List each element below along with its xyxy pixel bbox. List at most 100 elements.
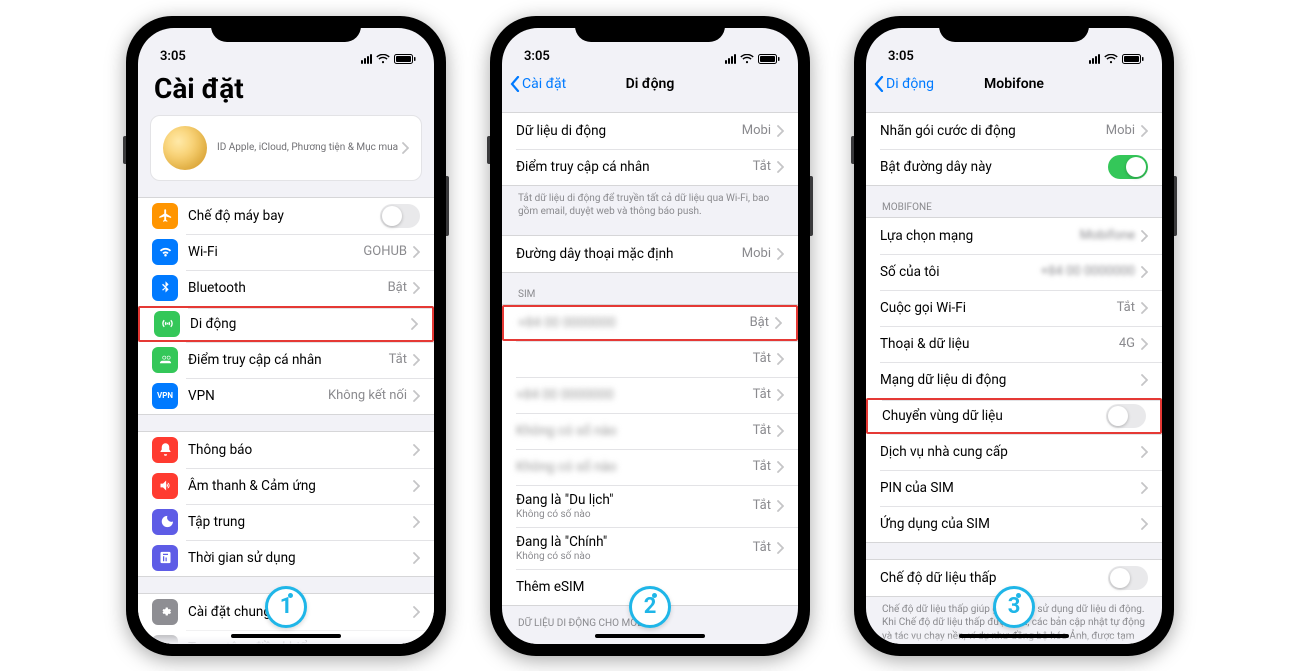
row-value: Mobi (742, 123, 771, 138)
home-indicator[interactable] (595, 634, 705, 638)
row-label: Bật đường dây này (880, 159, 1108, 175)
chevron-right-icon (777, 461, 784, 473)
content[interactable]: Nhãn gói cước di động Mobi Bật đường dây… (866, 102, 1162, 644)
wifi-settings-icon (152, 239, 178, 265)
row-value: Tắt (389, 352, 407, 367)
row-wifi-calling[interactable]: Cuộc gọi Wi-Fi Tắt (866, 290, 1162, 326)
row-personal-hotspot[interactable]: Điểm truy cập cá nhân Tắt (502, 149, 798, 185)
chevron-right-icon (1141, 266, 1148, 278)
row-sim-3[interactable]: +84 00 0000000 Tắt (502, 377, 798, 413)
step-badge-2: 2 (629, 586, 671, 628)
settings-row-bluetooth[interactable]: Bluetooth Bật (138, 270, 434, 306)
row-label: Thông báo (188, 442, 413, 458)
row-turn-on-line[interactable]: Bật đường dây này (866, 149, 1162, 185)
row-network-selection[interactable]: Lựa chọn mạng Mobifone (866, 218, 1162, 254)
row-value: GOHUB (363, 244, 407, 259)
settings-row-focus[interactable]: Tập trung (138, 504, 434, 540)
back-label: Cài đặt (522, 76, 566, 92)
turn-on-line-toggle[interactable] (1108, 155, 1148, 179)
settings-row-notifications[interactable]: Thông báo (138, 432, 434, 468)
row-plan-primary[interactable]: Đang là "Chính" Không có số nào Tắt (502, 527, 798, 569)
chevron-right-icon (777, 500, 784, 512)
screen: 3:05 Cài đặt ID Apple, iCloud, Phương ti… (138, 28, 434, 644)
row-label: Chuyển vùng dữ liệu (882, 408, 1106, 424)
row-plan-travel[interactable]: Đang là "Du lịch" Không có số nào Tắt (502, 485, 798, 527)
signal-icon (724, 54, 736, 64)
chevron-right-icon (413, 552, 420, 564)
home-indicator[interactable] (231, 634, 341, 638)
row-label: Trung tâm điều khiển (188, 640, 420, 644)
chevron-right-icon (777, 542, 784, 554)
row-value: Bật (750, 315, 769, 330)
row-label: Không có số nào (516, 423, 753, 439)
row-label: +84 00 0000000 (518, 315, 750, 331)
row-default-voice-line[interactable]: Đường dây thoại mặc định Mobi (502, 236, 798, 272)
hotspot-icon (152, 347, 178, 373)
page-title: Cài đặt (138, 66, 434, 115)
row-value: Mobi (742, 246, 771, 261)
back-button[interactable]: Di động (874, 76, 934, 92)
row-value: Không kết nối (328, 388, 407, 403)
notch (939, 16, 1089, 42)
row-data-network[interactable]: Mạng dữ liệu di động (866, 362, 1162, 398)
chevron-right-icon (777, 425, 784, 437)
sounds-icon (152, 473, 178, 499)
low-data-toggle[interactable] (1108, 566, 1148, 590)
row-my-number[interactable]: Số của tôi +84 00 0000000 (866, 254, 1162, 290)
home-indicator[interactable] (959, 634, 1069, 638)
row-label: Nhãn gói cước di động (880, 123, 1106, 139)
row-sim-applications[interactable]: Ứng dụng của SIM (866, 506, 1162, 542)
row-data-roaming[interactable]: Chuyển vùng dữ liệu (866, 398, 1162, 434)
chevron-right-icon (1141, 230, 1148, 242)
row-sim-2[interactable]: Tắt (502, 341, 798, 377)
data-roaming-toggle[interactable] (1106, 404, 1146, 428)
plan-title: Đang là "Chính" (516, 534, 753, 550)
screen: 3:05 Di động Mobifone Nhãn gói cước di đ… (866, 28, 1162, 644)
row-label: Ứng dụng của SIM (880, 516, 1141, 532)
row-value: Tắt (753, 459, 771, 474)
settings-row-airplane[interactable]: Chế độ máy bay (138, 198, 434, 234)
row-label: Wi-Fi (188, 244, 363, 260)
chevron-right-icon (413, 246, 420, 258)
row-label: Thời gian sử dụng (188, 550, 413, 566)
settings-row-hotspot[interactable]: Điểm truy cập cá nhân Tắt (138, 342, 434, 378)
row-cellular-data[interactable]: Dữ liệu di động Mobi (502, 113, 798, 149)
settings-row-vpn[interactable]: VPN VPN Không kết nối (138, 378, 434, 414)
notch (211, 16, 361, 42)
row-label: Mạng dữ liệu di động (880, 372, 1141, 388)
chevron-right-icon (413, 354, 420, 366)
back-button[interactable]: Cài đặt (510, 76, 566, 92)
chevron-right-icon (1141, 374, 1148, 386)
chevron-right-icon (413, 516, 420, 528)
apple-id-row[interactable]: ID Apple, iCloud, Phương tiện & Mục mua (150, 115, 422, 181)
row-label: Không có số nào (516, 459, 753, 475)
row-sim-5[interactable]: Không có số nào Tắt (502, 449, 798, 485)
row-sim-4[interactable]: Không có số nào Tắt (502, 413, 798, 449)
content[interactable]: ID Apple, iCloud, Phương tiện & Mục mua … (138, 115, 434, 644)
row-sim-pin[interactable]: PIN của SIM (866, 470, 1162, 506)
chevron-right-icon (413, 390, 420, 402)
row-label: PIN của SIM (880, 480, 1141, 496)
notch (575, 16, 725, 42)
control-center-icon (152, 635, 178, 644)
nav-bar: Cài đặt Di động (502, 66, 798, 102)
settings-row-screentime[interactable]: Thời gian sử dụng (138, 540, 434, 576)
airplane-toggle[interactable] (380, 204, 420, 228)
plan-sub: Không có số nào (516, 509, 753, 520)
row-carrier-services[interactable]: Dịch vụ nhà cung cấp (866, 434, 1162, 470)
chevron-right-icon (1141, 446, 1148, 458)
row-voice-data[interactable]: Thoại & dữ liệu 4G (866, 326, 1162, 362)
battery-icon (394, 54, 416, 64)
nav-bar: Di động Mobifone (866, 66, 1162, 102)
chevron-right-icon (777, 248, 784, 260)
chevron-right-icon (411, 318, 418, 330)
row-label: Đang là "Du lịch" Không có số nào (516, 492, 753, 520)
row-label: Dữ liệu di động (516, 123, 742, 139)
content[interactable]: Dữ liệu di động Mobi Điểm truy cập cá nh… (502, 102, 798, 644)
settings-row-sounds[interactable]: Âm thanh & Cảm ứng (138, 468, 434, 504)
settings-row-wifi[interactable]: Wi-Fi GOHUB (138, 234, 434, 270)
row-plan-label[interactable]: Nhãn gói cước di động Mobi (866, 113, 1162, 149)
wifi-icon (376, 54, 390, 64)
row-sim-1[interactable]: +84 00 0000000 Bật (502, 305, 798, 341)
settings-row-cellular[interactable]: Di động (138, 306, 434, 342)
